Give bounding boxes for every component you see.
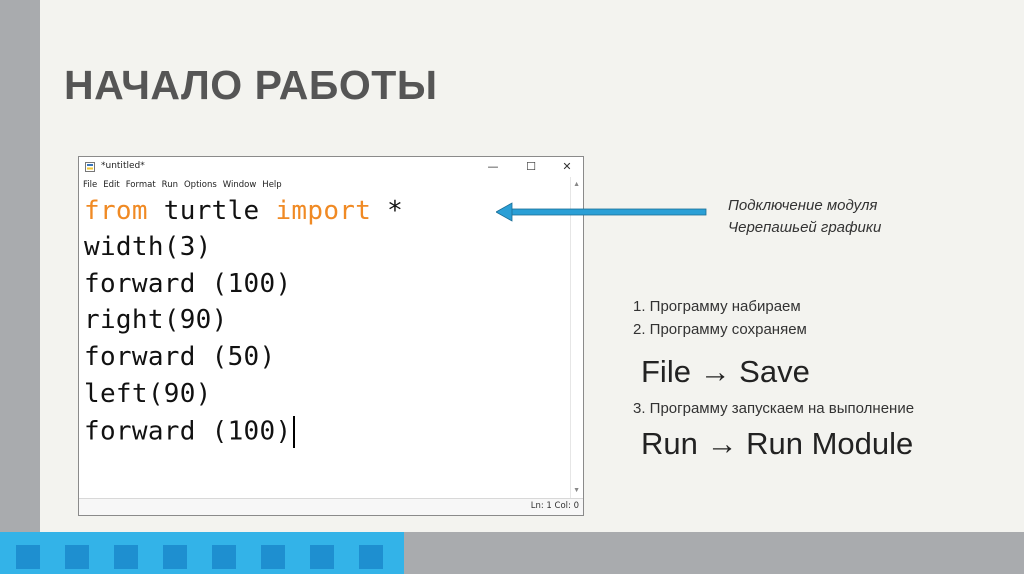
menu-bar: File Edit Format Run Options Window Help bbox=[83, 180, 288, 192]
slide-title: НАЧАЛО РАБОТЫ bbox=[64, 62, 438, 108]
keyword-import: import bbox=[275, 196, 372, 226]
menu-window[interactable]: Window bbox=[223, 180, 257, 192]
maximize-button[interactable]: ☐ bbox=[521, 159, 541, 175]
idle-app-icon bbox=[85, 162, 95, 172]
close-button[interactable]: ✕ bbox=[557, 159, 577, 175]
keyword-from: from bbox=[84, 196, 148, 226]
decor-square bbox=[114, 545, 138, 569]
decor-square bbox=[163, 545, 187, 569]
code-line-7: forward (100) bbox=[84, 416, 295, 452]
minimize-button[interactable]: — bbox=[483, 159, 503, 175]
menu-help[interactable]: Help bbox=[262, 180, 281, 192]
step-1: 1. Программу набираем bbox=[633, 298, 801, 315]
decor-square bbox=[16, 545, 40, 569]
menu-format[interactable]: Format bbox=[126, 180, 156, 192]
step-3: 3. Программу запускаем на выполнение bbox=[633, 400, 915, 417]
bottom-gray-band bbox=[404, 532, 1024, 574]
decor-square bbox=[310, 545, 334, 569]
annotation-text: Подключение модуля Черепашьей графики bbox=[728, 195, 958, 239]
decor-square bbox=[359, 545, 383, 569]
vertical-scrollbar[interactable] bbox=[570, 177, 583, 499]
code-line-4: right(90) bbox=[84, 305, 228, 335]
run-command: Run → Run Module bbox=[641, 426, 914, 461]
save-command: File → Save bbox=[641, 354, 810, 389]
step-2: 2. Программу сохраняем bbox=[633, 321, 807, 338]
left-decor-bar bbox=[0, 0, 40, 532]
text-caret bbox=[293, 416, 295, 448]
annotation-line-2: Черепашьей графики bbox=[728, 219, 882, 236]
decor-square bbox=[65, 545, 89, 569]
bottom-accent-band bbox=[0, 532, 404, 574]
status-bar: Ln: 1 Col: 0 bbox=[79, 498, 583, 515]
window-title: *untitled* bbox=[101, 161, 145, 171]
annotation-line-1: Подключение модуля bbox=[728, 197, 878, 214]
code-line-2: width(3) bbox=[84, 232, 212, 262]
code-editor[interactable]: from turtle import * width(3) forward (1… bbox=[79, 194, 572, 500]
menu-file[interactable]: File bbox=[83, 180, 97, 192]
arrow-left-icon bbox=[496, 202, 707, 222]
menu-edit[interactable]: Edit bbox=[103, 180, 119, 192]
menu-options[interactable]: Options bbox=[184, 180, 217, 192]
decor-square bbox=[212, 545, 236, 569]
code-text: * bbox=[371, 196, 404, 226]
code-line-6: left(90) bbox=[84, 379, 212, 409]
code-line-5: forward (50) bbox=[84, 342, 276, 372]
code-text: forward (100) bbox=[84, 416, 292, 447]
cursor-position: Ln: 1 Col: 0 bbox=[530, 501, 579, 511]
scroll-up-icon[interactable]: ▲ bbox=[573, 181, 580, 188]
decor-square bbox=[261, 545, 285, 569]
scroll-down-icon[interactable]: ▼ bbox=[573, 487, 580, 494]
title-bar[interactable]: *untitled* — ☐ ✕ bbox=[79, 157, 583, 177]
code-text: turtle bbox=[147, 196, 276, 226]
menu-run[interactable]: Run bbox=[162, 180, 178, 192]
code-line-1: from turtle import * bbox=[84, 196, 403, 232]
code-line-3: forward (100) bbox=[84, 269, 292, 299]
